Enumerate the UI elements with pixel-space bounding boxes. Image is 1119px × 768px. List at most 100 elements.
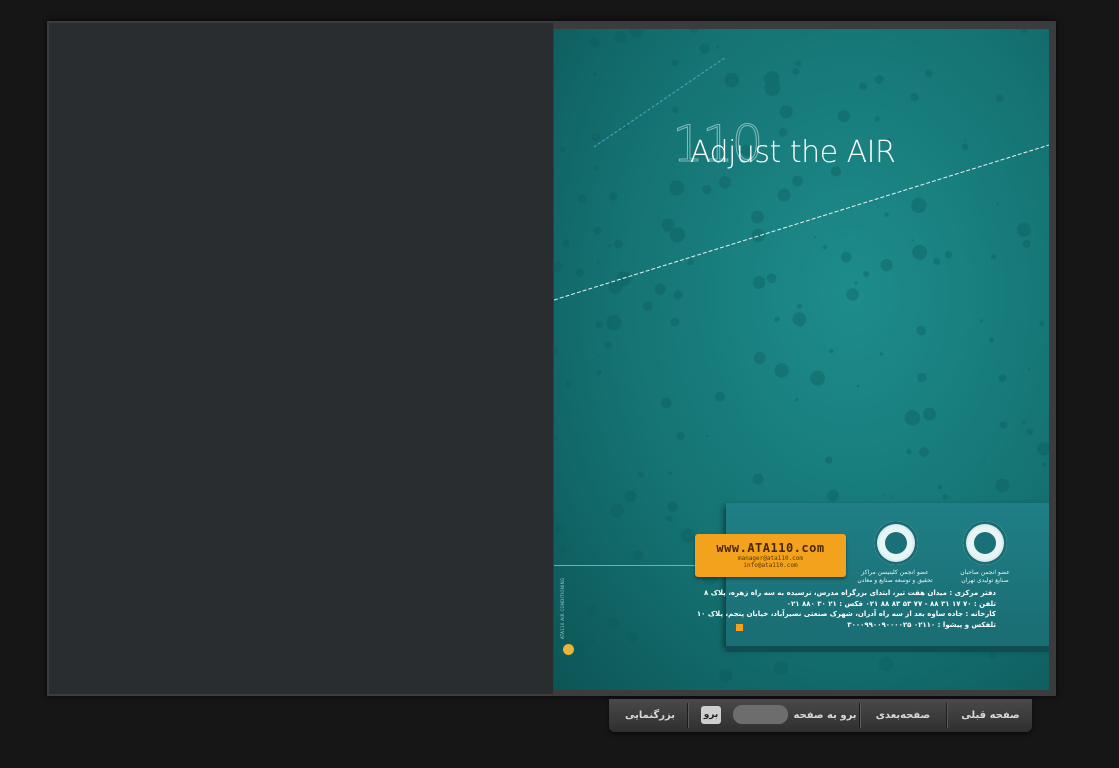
email-manager: manager@ata110.com xyxy=(737,555,804,562)
texture-spot xyxy=(598,354,601,358)
texture-spot xyxy=(577,194,587,204)
side-caption: ATA110 AIR CONDITIONING xyxy=(560,577,565,639)
website-url: www.ATA110.com xyxy=(716,541,825,555)
texture-spot xyxy=(690,29,699,34)
texture-spot xyxy=(923,407,936,421)
texture-spot xyxy=(882,493,885,496)
texture-spot xyxy=(991,254,997,260)
texture-spot xyxy=(988,337,995,343)
texture-spot xyxy=(880,259,893,272)
texture-spot xyxy=(795,60,802,67)
texture-spot xyxy=(589,38,600,48)
texture-spot xyxy=(1021,420,1026,425)
texture-spot xyxy=(629,29,644,38)
texture-spot xyxy=(620,136,623,139)
website-badge[interactable]: www.ATA110.com manager@ata110.com info@a… xyxy=(695,534,846,577)
texture-spot xyxy=(558,544,567,553)
address-line: تلفن : ۷۰ ۱۷ ۳۱ ۸۸ - ۷۷ ۵۳ ۸۳ ۸۸ ۰۲۱ فکس… xyxy=(786,599,996,608)
texture-spot xyxy=(989,651,997,660)
texture-spot xyxy=(719,668,733,682)
texture-spot xyxy=(663,224,671,232)
texture-spot xyxy=(942,493,948,500)
texture-spot xyxy=(673,290,683,300)
texture-spot xyxy=(608,244,612,248)
texture-spot xyxy=(904,410,921,426)
texture-spot xyxy=(822,245,827,250)
texture-spot xyxy=(890,495,893,498)
texture-spot xyxy=(666,515,673,522)
orange-square-icon xyxy=(736,624,743,631)
texture-spot xyxy=(912,244,928,260)
texture-spot xyxy=(671,59,679,67)
texture-spot xyxy=(670,227,686,243)
flipbook-viewer: 110 Adjust the AIR ATA110 AIR CONDITIONI… xyxy=(47,21,1056,696)
side-logo-icon xyxy=(563,644,574,655)
texture-spot xyxy=(590,638,597,644)
texture-spot xyxy=(995,94,1004,103)
texture-spot xyxy=(773,661,789,676)
texture-spot xyxy=(925,69,933,77)
texture-spot xyxy=(1026,428,1034,436)
page-number-input[interactable] xyxy=(733,705,788,724)
texture-spot xyxy=(627,632,639,643)
texture-spot xyxy=(998,374,1007,383)
texture-spot xyxy=(672,106,679,113)
texture-spot xyxy=(859,82,867,90)
texture-spot xyxy=(1016,222,1032,237)
prev-page-button[interactable]: صفحه قبلی xyxy=(949,699,1032,732)
texture-spot xyxy=(917,372,927,383)
go-button[interactable]: برو xyxy=(701,706,721,724)
texture-spot xyxy=(878,657,893,672)
texture-spot xyxy=(995,478,1010,493)
texture-spot xyxy=(827,489,839,502)
texture-spot xyxy=(792,67,800,75)
cover-tagline: Adjust the AIR xyxy=(690,135,896,170)
next-page-button[interactable]: صفحه‌بعدی xyxy=(861,699,945,732)
texture-spot xyxy=(1039,321,1045,327)
goto-page-label: برو به صفحه xyxy=(793,710,857,721)
texture-spot xyxy=(980,319,984,323)
texture-spot xyxy=(825,456,833,464)
texture-spot xyxy=(751,228,765,243)
texture-spot xyxy=(774,316,780,323)
texture-spot xyxy=(676,431,685,440)
texture-spot xyxy=(680,528,695,543)
texture-spot xyxy=(702,184,712,195)
texture-spot xyxy=(779,105,793,119)
texture-spot xyxy=(753,352,766,364)
texture-spot xyxy=(637,471,644,478)
texture-spot xyxy=(906,448,912,455)
texture-spot xyxy=(797,303,803,309)
texture-spot xyxy=(846,288,859,301)
texture-spot xyxy=(911,239,914,242)
texture-spot xyxy=(999,421,1008,429)
texture-spot xyxy=(663,285,666,288)
texture-spot xyxy=(774,363,789,378)
texture-spot xyxy=(911,197,927,213)
toolbar-divider xyxy=(946,703,947,728)
texture-spot xyxy=(575,268,584,278)
right-page-cover[interactable]: 110 Adjust the AIR ATA110 AIR CONDITIONI… xyxy=(554,29,1049,690)
texture-spot xyxy=(591,132,601,142)
texture-spot xyxy=(554,346,559,356)
texture-spot xyxy=(654,283,667,295)
zoom-button[interactable]: بزرگنمایی xyxy=(617,699,683,732)
texture-spot xyxy=(752,276,766,289)
texture-spot xyxy=(1027,367,1031,371)
texture-spot xyxy=(614,31,627,44)
texture-spot xyxy=(937,484,943,490)
texture-spot xyxy=(879,352,883,356)
texture-spot xyxy=(593,226,602,235)
texture-spot xyxy=(608,192,618,201)
left-page-blank xyxy=(49,23,553,694)
texture-spot xyxy=(916,325,926,336)
texture-spot xyxy=(919,447,929,458)
texture-spot xyxy=(863,270,870,278)
certificate-seal-right-icon xyxy=(963,521,1007,565)
texture-spot xyxy=(687,258,694,266)
texture-spot xyxy=(910,93,919,102)
texture-spot xyxy=(933,258,941,265)
texture-spot xyxy=(777,188,791,202)
cover-headline: 110 Adjust the AIR xyxy=(671,115,972,181)
texture-spot xyxy=(624,490,637,503)
